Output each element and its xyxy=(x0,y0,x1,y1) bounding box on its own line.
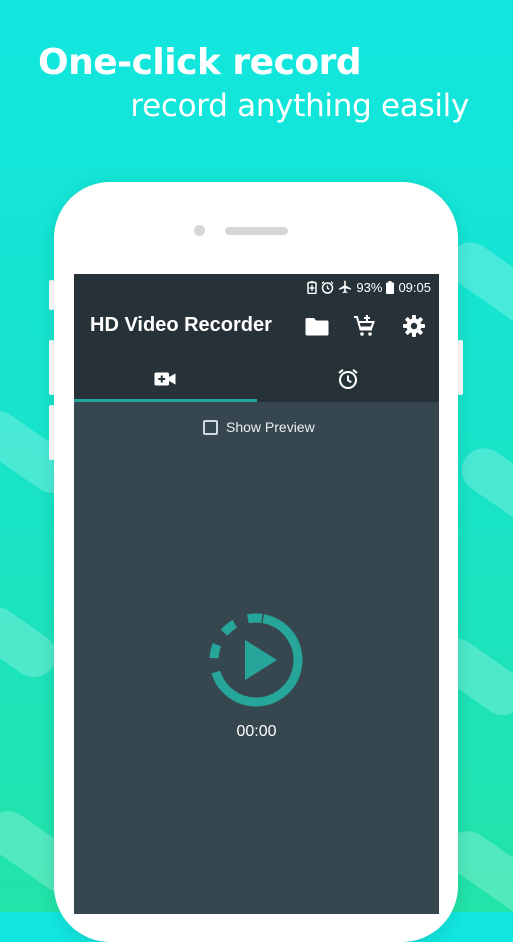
record-button[interactable] xyxy=(207,611,305,709)
show-preview-checkbox[interactable] xyxy=(203,419,218,435)
recording-timer: 00:00 xyxy=(236,723,277,740)
show-preview-toggle[interactable]: Show Preview xyxy=(203,419,315,435)
promo-headline: One-click record xyxy=(38,42,362,83)
selected-tab-indicator xyxy=(74,399,257,402)
battery-icon xyxy=(386,280,395,294)
bg-stripe xyxy=(453,439,513,545)
app-bar: 93% 09:05 HD Video Recorder xyxy=(74,274,439,402)
cart-add-icon[interactable] xyxy=(352,313,378,339)
earpiece-speaker xyxy=(225,227,288,235)
volume-button xyxy=(49,280,54,310)
volume-button xyxy=(49,340,54,395)
app-screen: 93% 09:05 HD Video Recorder Show Preview… xyxy=(74,274,439,914)
tab-bar xyxy=(74,360,439,402)
airplane-icon xyxy=(338,280,352,294)
battery-percent: 93% xyxy=(356,279,383,295)
settings-icon[interactable] xyxy=(401,313,427,339)
volume-button xyxy=(49,405,54,460)
promo-subline: record anything easily xyxy=(130,88,469,124)
tab-video-record[interactable] xyxy=(74,360,257,402)
app-title: HD Video Recorder xyxy=(90,314,272,336)
alarm-icon xyxy=(321,280,334,294)
tab-schedule[interactable] xyxy=(257,360,440,402)
front-camera xyxy=(194,225,205,236)
folder-icon[interactable] xyxy=(304,313,330,339)
battery-saver-icon xyxy=(307,280,318,294)
alarm-clock-icon xyxy=(337,368,359,395)
video-camera-icon xyxy=(154,371,176,392)
clock-time: 09:05 xyxy=(398,279,431,295)
power-button xyxy=(458,340,463,395)
play-icon xyxy=(245,640,277,680)
show-preview-label: Show Preview xyxy=(226,419,315,435)
status-bar: 93% 09:05 xyxy=(307,278,431,296)
